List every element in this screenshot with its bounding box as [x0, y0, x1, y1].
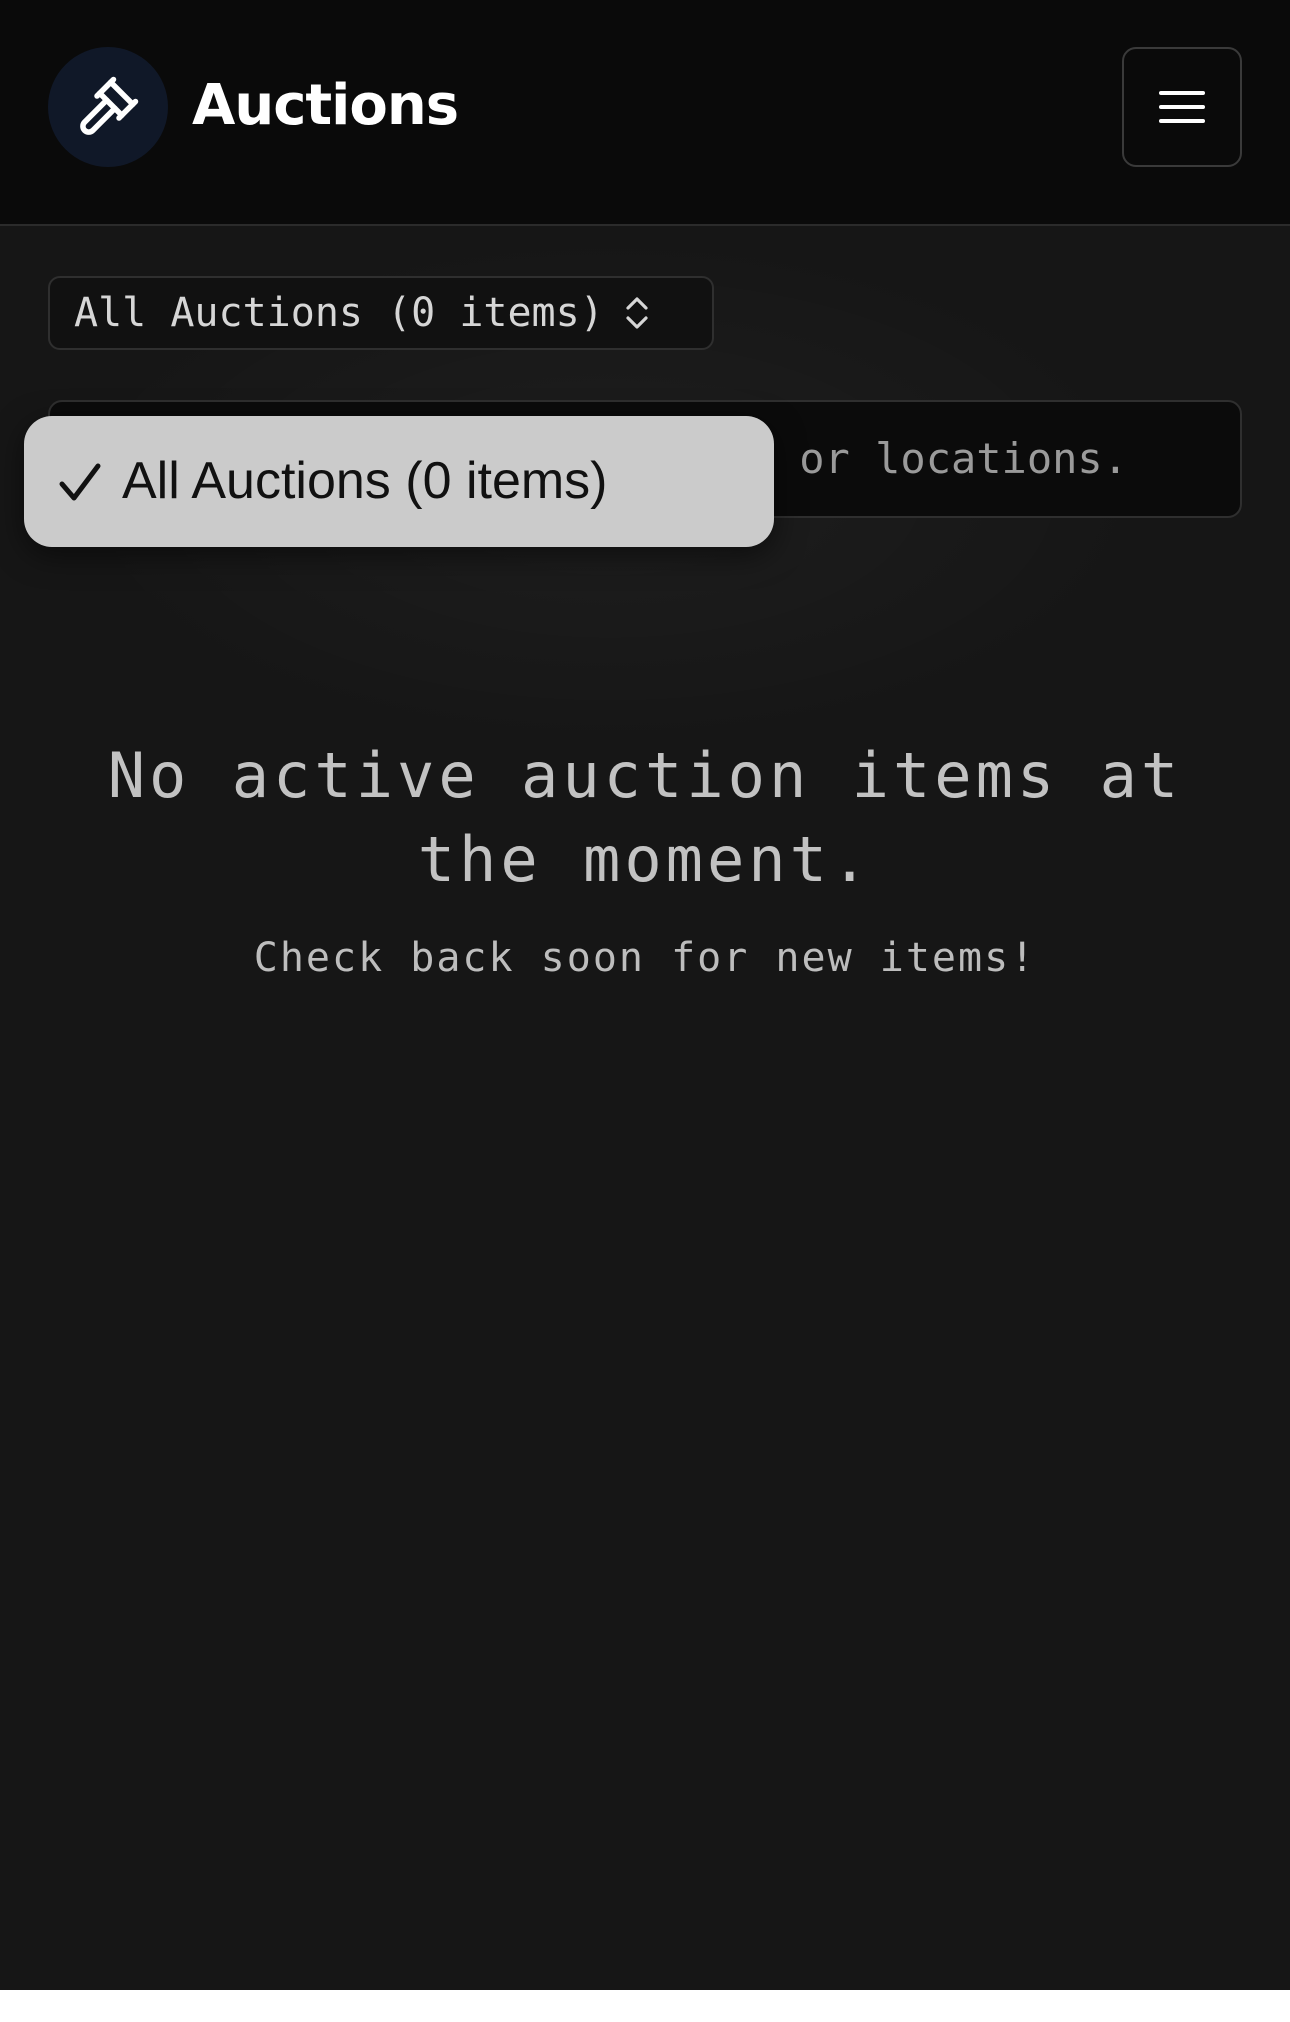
- checkmark-icon: [58, 456, 102, 508]
- menu-button[interactable]: [1122, 47, 1242, 167]
- brand-title[interactable]: Auctions: [192, 70, 459, 142]
- auction-filter-select[interactable]: All Auctions (0 items): [48, 276, 714, 350]
- empty-state-subtitle: Check back soon for new items!: [253, 935, 1037, 981]
- top-header: Auctions: [0, 0, 1290, 226]
- dropdown-option-label: All Auctions (0 items): [122, 452, 608, 510]
- empty-state-title: No active auction items at the moment.: [107, 739, 1183, 896]
- logo-badge[interactable]: [48, 47, 168, 167]
- app-screen: Auctions All Auctions (0 items) or locat…: [0, 0, 1290, 1990]
- chevron-up-down-icon: [622, 293, 652, 333]
- search-placeholder: or locations.: [799, 434, 1128, 483]
- auction-filter-value: All Auctions (0 items): [74, 290, 604, 336]
- gavel-icon: [80, 76, 139, 135]
- filter-dropdown-option[interactable]: All Auctions (0 items): [24, 416, 774, 547]
- hamburger-menu-icon: [1159, 91, 1205, 123]
